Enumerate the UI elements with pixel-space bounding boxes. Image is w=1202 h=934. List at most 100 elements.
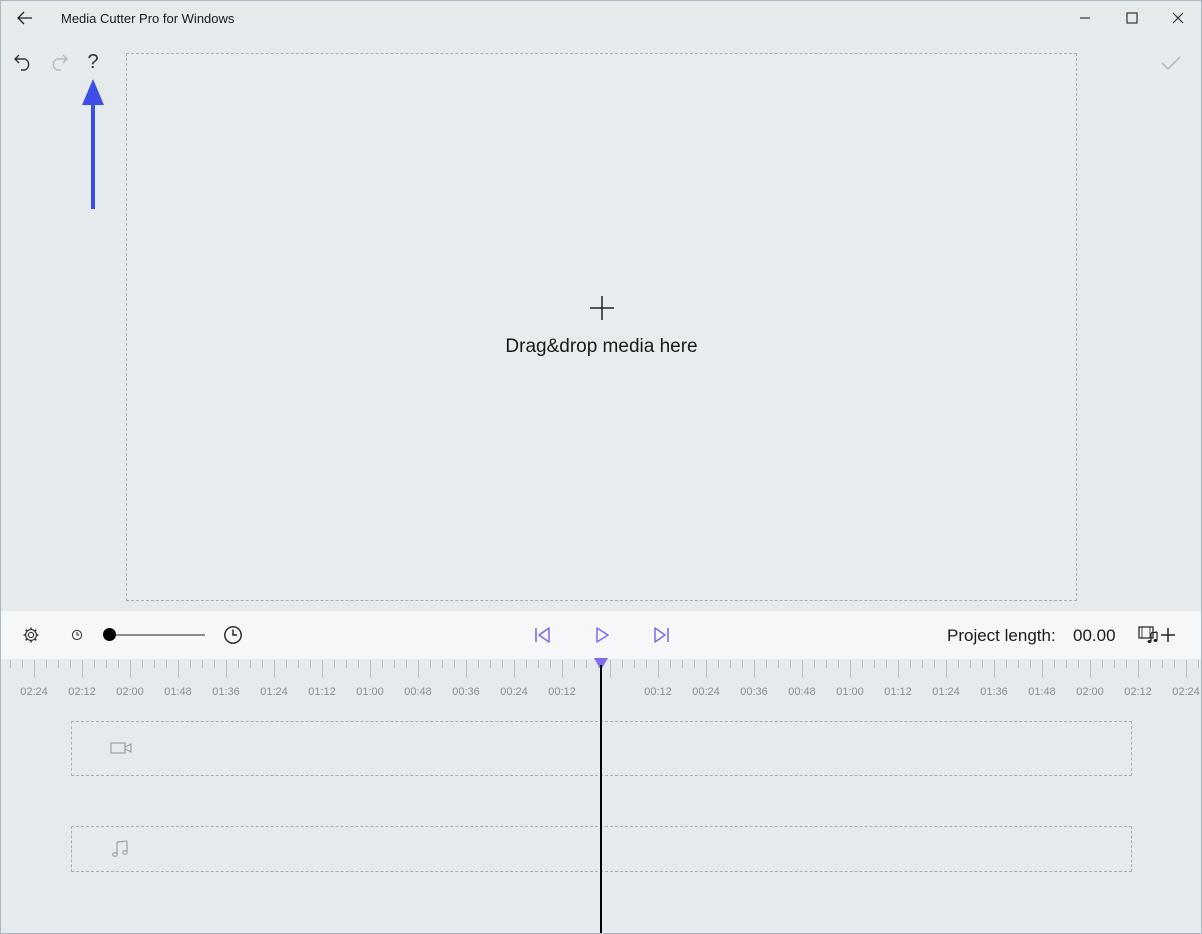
ruler-time-label: 01:36 xyxy=(212,686,240,698)
ruler-minor-tick xyxy=(238,660,239,668)
skip-to-start-icon xyxy=(535,627,550,643)
ruler-major-tick xyxy=(514,660,515,678)
ruler-minor-tick xyxy=(118,660,119,668)
ruler-time-label: 02:00 xyxy=(116,686,144,698)
ruler-major-tick xyxy=(850,660,851,678)
confirm-button[interactable] xyxy=(1157,49,1185,77)
title-bar: Media Cutter Pro for Windows xyxy=(1,1,1201,35)
playhead-line[interactable] xyxy=(600,665,602,933)
zoom-slider-track xyxy=(109,634,205,636)
redo-button[interactable] xyxy=(46,49,72,75)
ruler-major-tick xyxy=(706,660,707,678)
audio-track-icon-wrap xyxy=(109,839,133,859)
ruler-minor-tick xyxy=(538,660,539,668)
maximize-button[interactable] xyxy=(1114,5,1150,31)
project-length-value: 00.00 xyxy=(1073,626,1116,645)
timeline-zoom-slider[interactable] xyxy=(103,625,207,645)
ruler-time-label: 00:48 xyxy=(788,686,816,698)
ruler-minor-tick xyxy=(1018,660,1019,668)
media-drop-zone[interactable]: Drag&drop media here xyxy=(126,53,1077,601)
undo-button[interactable] xyxy=(10,49,36,75)
ruler-time-label: 02:12 xyxy=(1124,686,1152,698)
ruler-time-label: 00:24 xyxy=(500,686,528,698)
ruler-minor-tick xyxy=(406,660,407,668)
ruler-minor-tick xyxy=(10,660,11,668)
ruler-minor-tick xyxy=(1114,660,1115,668)
ruler-minor-tick xyxy=(1054,660,1055,668)
ruler-minor-tick xyxy=(838,660,839,668)
back-button[interactable] xyxy=(13,7,37,29)
video-track-icon-wrap xyxy=(109,738,133,758)
ruler-minor-tick xyxy=(94,660,95,668)
zoom-out-button[interactable] xyxy=(65,623,89,647)
ruler-minor-tick xyxy=(766,660,767,668)
ruler-minor-tick xyxy=(1030,660,1031,668)
ruler-minor-tick xyxy=(454,660,455,668)
ruler-minor-tick xyxy=(574,660,575,668)
ruler-major-tick xyxy=(466,660,467,678)
add-media-button[interactable] xyxy=(1137,623,1177,647)
ruler-minor-tick xyxy=(910,660,911,668)
ruler-minor-tick xyxy=(478,660,479,668)
ruler-minor-tick xyxy=(526,660,527,668)
ruler-minor-tick xyxy=(622,660,623,668)
ruler-minor-tick xyxy=(214,660,215,668)
ruler-major-tick xyxy=(1090,660,1091,678)
ruler-minor-tick xyxy=(1174,660,1175,668)
ruler-minor-tick xyxy=(442,660,443,668)
ruler-minor-tick xyxy=(814,660,815,668)
settings-button[interactable] xyxy=(19,623,43,647)
zoom-slider-thumb[interactable] xyxy=(103,628,116,641)
annotation-arrow-icon xyxy=(82,79,104,209)
close-button[interactable] xyxy=(1160,5,1196,31)
ruler-major-tick xyxy=(562,660,563,678)
play-button[interactable] xyxy=(590,623,614,647)
help-button[interactable]: ? xyxy=(80,49,106,75)
ruler-minor-tick xyxy=(142,660,143,668)
ruler-minor-tick xyxy=(970,660,971,668)
ruler-minor-tick xyxy=(934,660,935,668)
minimize-button[interactable] xyxy=(1067,5,1103,31)
ruler-minor-tick xyxy=(1078,660,1079,668)
ruler-major-tick xyxy=(178,660,179,678)
ruler-minor-tick xyxy=(1150,660,1151,668)
ruler-time-label: 02:24 xyxy=(20,686,48,698)
ruler-minor-tick xyxy=(982,660,983,668)
ruler-minor-tick xyxy=(358,660,359,668)
ruler-minor-tick xyxy=(346,660,347,668)
ruler-time-label: 01:12 xyxy=(884,686,912,698)
ruler-minor-tick xyxy=(634,660,635,668)
zoom-in-button[interactable] xyxy=(221,623,245,647)
music-note-icon xyxy=(112,840,128,857)
ruler-time-label: 00:24 xyxy=(692,686,720,698)
ruler-time-label: 01:00 xyxy=(836,686,864,698)
ruler-time-label: 01:48 xyxy=(164,686,192,698)
ruler-minor-tick xyxy=(1198,660,1199,668)
ruler-minor-tick xyxy=(202,660,203,668)
redo-icon xyxy=(52,54,68,71)
ruler-major-tick xyxy=(946,660,947,678)
ruler-minor-tick xyxy=(694,660,695,668)
ruler-major-tick xyxy=(898,660,899,678)
ruler-minor-tick xyxy=(298,660,299,668)
ruler-major-tick xyxy=(226,660,227,678)
skip-to-end-button[interactable] xyxy=(650,623,674,647)
ruler-minor-tick xyxy=(106,660,107,668)
ruler-major-tick xyxy=(322,660,323,678)
app-title: Media Cutter Pro for Windows xyxy=(61,11,235,26)
ruler-minor-tick xyxy=(586,660,587,668)
ruler-minor-tick xyxy=(730,660,731,668)
ruler-minor-tick xyxy=(1162,660,1163,668)
skip-to-start-button[interactable] xyxy=(530,623,554,647)
ruler-major-tick xyxy=(274,660,275,678)
ruler-minor-tick xyxy=(958,660,959,668)
ruler-time-label: 00:48 xyxy=(404,686,432,698)
ruler-minor-tick xyxy=(826,660,827,668)
plus-icon xyxy=(590,296,614,320)
ruler-minor-tick xyxy=(718,660,719,668)
ruler-major-tick xyxy=(610,660,611,678)
help-icon: ? xyxy=(87,51,99,73)
ruler-minor-tick xyxy=(682,660,683,668)
ruler-minor-tick xyxy=(46,660,47,668)
ruler-minor-tick xyxy=(262,660,263,668)
